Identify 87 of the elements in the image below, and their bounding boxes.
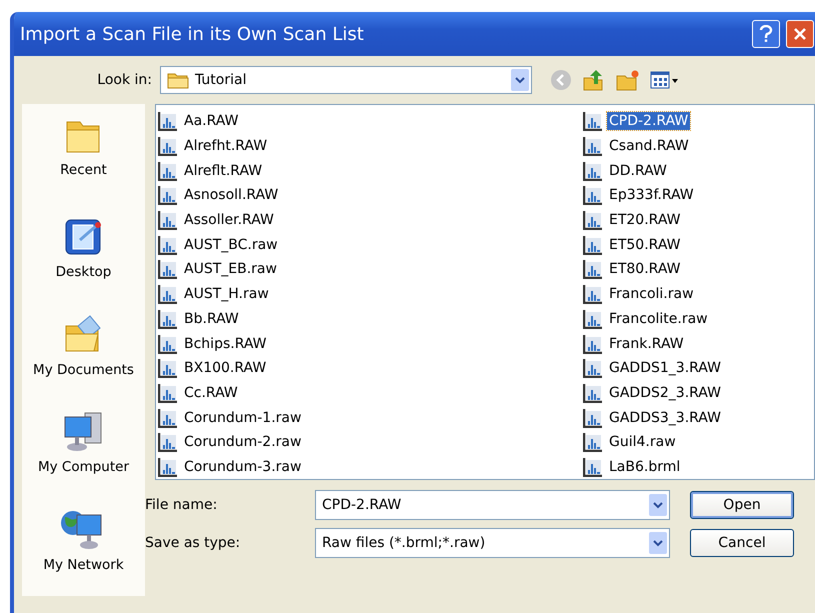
file-item[interactable]: ET80.RAW — [607, 260, 682, 278]
dropdown-button[interactable] — [649, 532, 667, 554]
chart-file-icon — [158, 382, 178, 403]
file-item[interactable]: Assoller.RAW — [182, 211, 276, 230]
chart-file-icon — [583, 334, 603, 354]
file-item[interactable]: Corundum-1.raw — [182, 408, 304, 427]
chart-file-icon — [583, 259, 603, 280]
file-item[interactable]: CPD-2.RAW — [607, 112, 690, 130]
file-item[interactable]: Bchips.RAW — [182, 334, 269, 353]
file-item[interactable]: Alreflt.RAW — [182, 162, 264, 180]
chart-file-icon — [583, 111, 603, 132]
chart-file-icon — [158, 234, 178, 255]
file-name-label: File name: — [145, 497, 218, 514]
file-item[interactable]: AUST_BC.raw — [182, 236, 280, 254]
chart-file-icon — [158, 358, 178, 378]
chart-file-icon — [158, 210, 178, 230]
file-item[interactable]: Asnosoll.RAW — [182, 186, 280, 204]
file-item[interactable]: Frank.RAW — [607, 334, 686, 353]
chart-file-icon — [158, 408, 178, 428]
places-item[interactable]: My Computer — [38, 459, 130, 476]
chart-file-icon — [583, 456, 603, 477]
file-item[interactable]: Corundum-3.raw — [182, 458, 304, 476]
chart-file-icon — [158, 432, 178, 452]
look-in-label: Look in: — [96, 72, 153, 88]
places-item[interactable]: Recent — [60, 162, 107, 178]
places-item[interactable]: My Network — [43, 557, 124, 574]
chart-file-icon — [158, 259, 178, 280]
open-button[interactable]: Open — [690, 491, 794, 520]
file-item[interactable]: Ep333f.RAW — [607, 186, 696, 204]
file-name-field[interactable]: CPD-2.RAW — [315, 490, 670, 520]
chart-file-icon — [158, 284, 178, 304]
chart-file-icon — [583, 308, 603, 329]
chart-file-icon — [583, 432, 603, 452]
cancel-button[interactable]: Cancel — [690, 529, 794, 558]
file-item[interactable]: LaB6.brml — [607, 458, 682, 476]
chevron-down-icon — [515, 76, 525, 84]
chart-file-icon — [583, 185, 603, 206]
chart-file-icon — [583, 210, 603, 230]
file-item[interactable]: GADDS3_3.RAW — [607, 408, 723, 427]
chart-file-icon — [583, 408, 603, 428]
file-item[interactable]: Corundum-2.raw — [182, 433, 304, 452]
chart-file-icon — [158, 185, 178, 206]
question-mark-icon — [759, 25, 773, 43]
file-type-label: Save as type: — [145, 535, 242, 552]
close-icon — [793, 27, 807, 41]
file-item[interactable]: AUST_EB.raw — [182, 260, 279, 278]
new-folder-icon[interactable] — [616, 69, 640, 91]
dropdown-button[interactable] — [511, 69, 529, 91]
chart-file-icon — [583, 382, 603, 403]
chart-file-icon — [583, 160, 603, 181]
chart-file-icon — [158, 456, 178, 477]
chart-file-icon — [158, 308, 178, 329]
file-item[interactable]: Alrefht.RAW — [182, 137, 270, 156]
file-item[interactable]: BX100.RAW — [182, 359, 268, 378]
file-item[interactable]: Francolite.raw — [607, 310, 710, 328]
close-button[interactable] — [786, 20, 814, 48]
file-item[interactable]: Cc.RAW — [182, 384, 240, 402]
chevron-down-icon — [653, 501, 663, 510]
file-item[interactable]: GADDS1_3.RAW — [607, 359, 723, 378]
look-in-dropdown[interactable]: Tutorial — [160, 66, 532, 94]
folder-icon — [167, 71, 189, 89]
file-item[interactable]: GADDS2_3.RAW — [607, 384, 723, 402]
chevron-down-icon — [653, 539, 663, 548]
file-item[interactable]: AUST_H.raw — [182, 285, 271, 304]
help-button[interactable] — [752, 20, 780, 48]
file-item[interactable]: Csand.RAW — [607, 137, 691, 156]
dropdown-button[interactable] — [649, 494, 667, 516]
places-item[interactable]: Desktop — [56, 264, 112, 280]
chart-file-icon — [158, 334, 178, 354]
file-item[interactable]: Francoli.raw — [607, 285, 696, 304]
chart-file-icon — [583, 136, 603, 156]
chart-file-icon — [158, 160, 178, 181]
file-item[interactable]: Bb.RAW — [182, 310, 241, 328]
chart-file-icon — [583, 358, 603, 378]
view-menu-icon[interactable] — [650, 70, 680, 90]
chart-file-icon — [583, 234, 603, 255]
file-item[interactable]: Guil4.raw — [607, 433, 678, 452]
chart-file-icon — [583, 284, 603, 304]
file-item[interactable]: ET50.RAW — [607, 236, 682, 254]
chart-file-icon — [158, 136, 178, 156]
window-title: Import a Scan File in its Own Scan List — [20, 24, 365, 44]
chart-file-icon — [158, 111, 178, 132]
file-item[interactable]: DD.RAW — [607, 162, 669, 180]
file-item[interactable]: ET20.RAW — [607, 211, 682, 230]
file-item[interactable]: Aa.RAW — [182, 112, 240, 130]
places-item[interactable]: My Documents — [33, 362, 134, 378]
file-type-dropdown[interactable]: Raw files (*.brml;*.raw) — [315, 528, 670, 558]
